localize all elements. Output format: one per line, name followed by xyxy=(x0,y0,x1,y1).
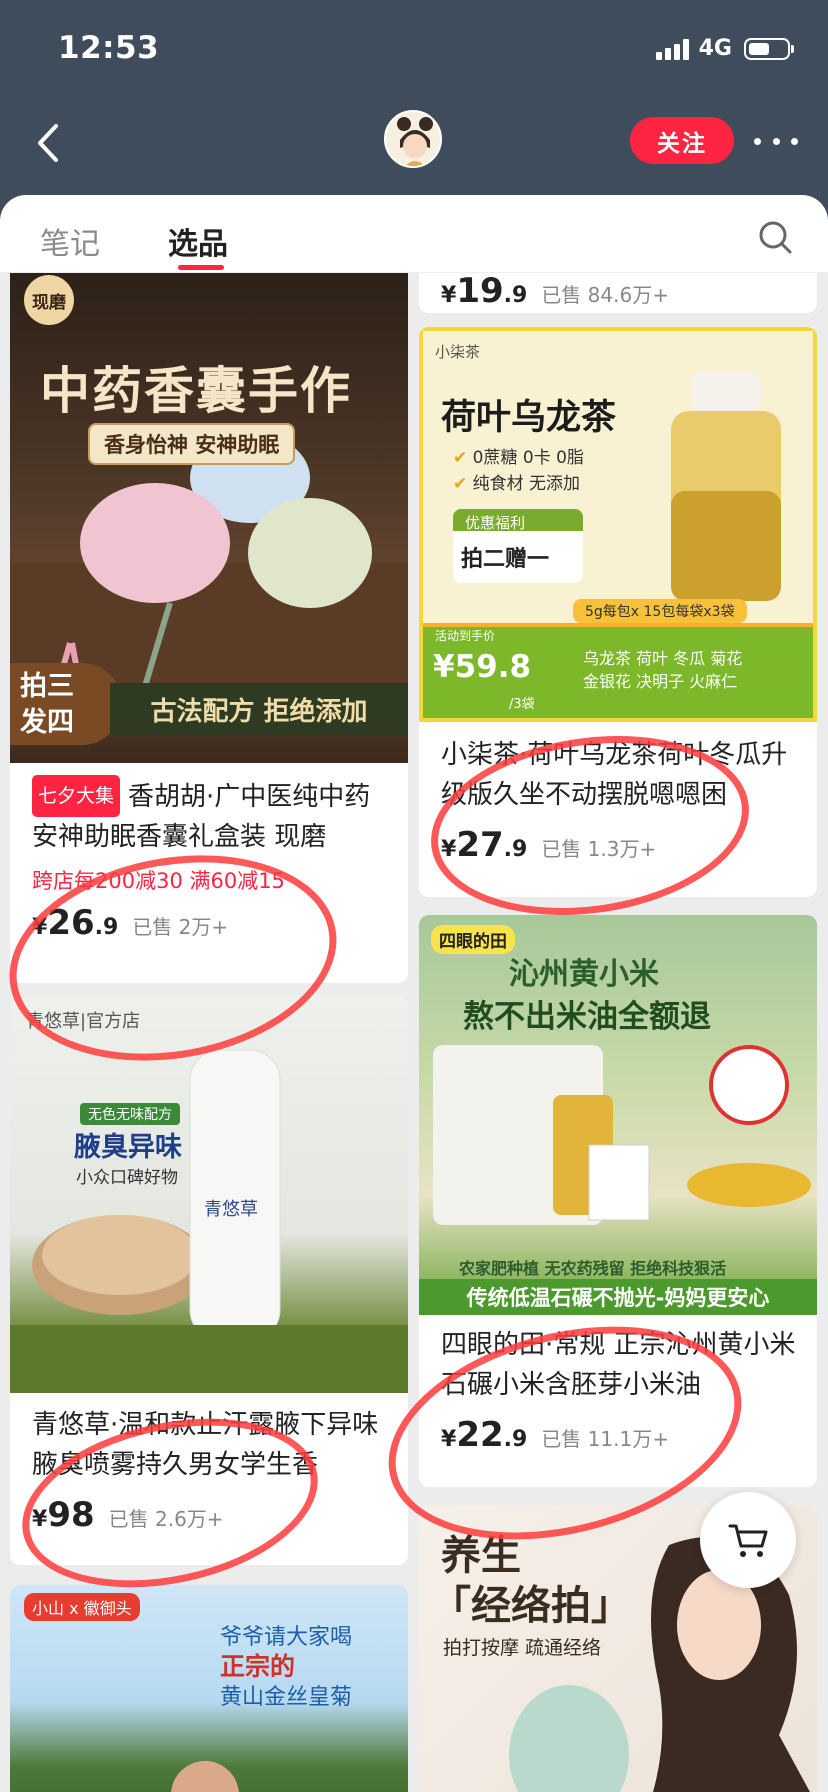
sold-count: 已售 84.6万+ xyxy=(541,283,669,307)
more-options-icon[interactable] xyxy=(754,130,798,152)
product-image[interactable]: 现磨 中药香囊手作 香身怡神 安神助眠 拍三 发四 古法配方 拒绝添加 xyxy=(10,273,408,763)
image-title: 荷叶乌龙茶 xyxy=(441,398,617,438)
cart-icon xyxy=(728,1524,768,1557)
feature-2: ✔ 纯食材 无添加 xyxy=(453,474,581,494)
product-image[interactable]: 四眼的田 沁州黄小米 熬不出米油全额退 农家肥种植 无农药残留 拒绝科技狠活 传… xyxy=(419,915,817,1315)
network-label: 4G xyxy=(698,36,732,61)
benefit: 拍二赠一 xyxy=(453,531,583,583)
badge: 现磨 xyxy=(24,275,74,325)
cart-button[interactable] xyxy=(700,1492,796,1588)
status-time: 12:53 xyxy=(58,30,160,66)
product-image[interactable]: 小柒茶 荷叶乌龙茶 ✔ 0蔗糖 0卡 0脂 ✔ 纯食材 无添加 优惠福利 拍二赠… xyxy=(419,327,817,722)
image-title: 中药香囊手作 xyxy=(40,361,352,420)
bottle-label: 青悠草 xyxy=(204,1199,258,1220)
tab-bar: 笔记 选品 xyxy=(0,195,828,273)
product-title: 七夕大集 香胡胡·广中医纯中药安神助眠香囊礼盒装 现磨 xyxy=(32,775,388,857)
image-bottom-banner: 传统低温石碾不抛光-妈妈更安心 xyxy=(419,1279,817,1315)
product-image[interactable]: 小山 x 徽御头 爷爷请大家喝 正宗的 黄山金丝皇菊 xyxy=(10,1585,408,1792)
image-promo: 拍三 发四 xyxy=(10,663,122,745)
image-bottom-banner: 古法配方 拒绝添加 xyxy=(110,683,408,735)
follow-button[interactable]: 关注 xyxy=(630,117,734,164)
tab-products[interactable]: 选品 xyxy=(168,219,228,263)
price: ¥19.9 已售 84.6万+ xyxy=(441,273,669,311)
product-image[interactable]: 青悠草|官方店 无色无味配方 腋臭异味 小众口碑好物 青悠草 xyxy=(10,995,408,1393)
tab-notes[interactable]: 笔记 xyxy=(40,219,100,263)
product-feed: ¥19.9 已售 84.6万+ 现磨 中药香囊手作 香身怡神 安神助眠 拍三 发… xyxy=(0,273,828,1792)
chevron-left-icon xyxy=(38,124,58,162)
signal-icon xyxy=(655,38,689,60)
image-features: 农家肥种植 无农药残留 拒绝科技狠活 xyxy=(459,1259,727,1278)
image-subtitle: 香身怡神 安神助眠 xyxy=(88,423,296,465)
battery-icon xyxy=(744,37,794,60)
active-tab-indicator xyxy=(178,265,224,270)
status-icons: 4G xyxy=(655,36,794,61)
search-button[interactable] xyxy=(756,218,796,258)
search-icon xyxy=(759,221,792,254)
price-banner: 活动到手价 5g每包x 15包每袋x3袋 ¥59.8 /3袋 乌龙茶 荷叶 冬瓜… xyxy=(423,599,813,718)
product-card[interactable]: ¥19.9 已售 84.6万+ xyxy=(419,273,817,313)
avatar[interactable] xyxy=(384,110,442,168)
product-card[interactable]: 小山 x 徽御头 爷爷请大家喝 正宗的 黄山金丝皇菊 xyxy=(10,1585,408,1792)
image-brand: 小柒茶 xyxy=(435,343,481,361)
promo-tag: 七夕大集 xyxy=(32,775,121,817)
back-button[interactable] xyxy=(30,118,70,168)
feature-1: ✔ 0蔗糖 0卡 0脂 xyxy=(453,448,584,468)
